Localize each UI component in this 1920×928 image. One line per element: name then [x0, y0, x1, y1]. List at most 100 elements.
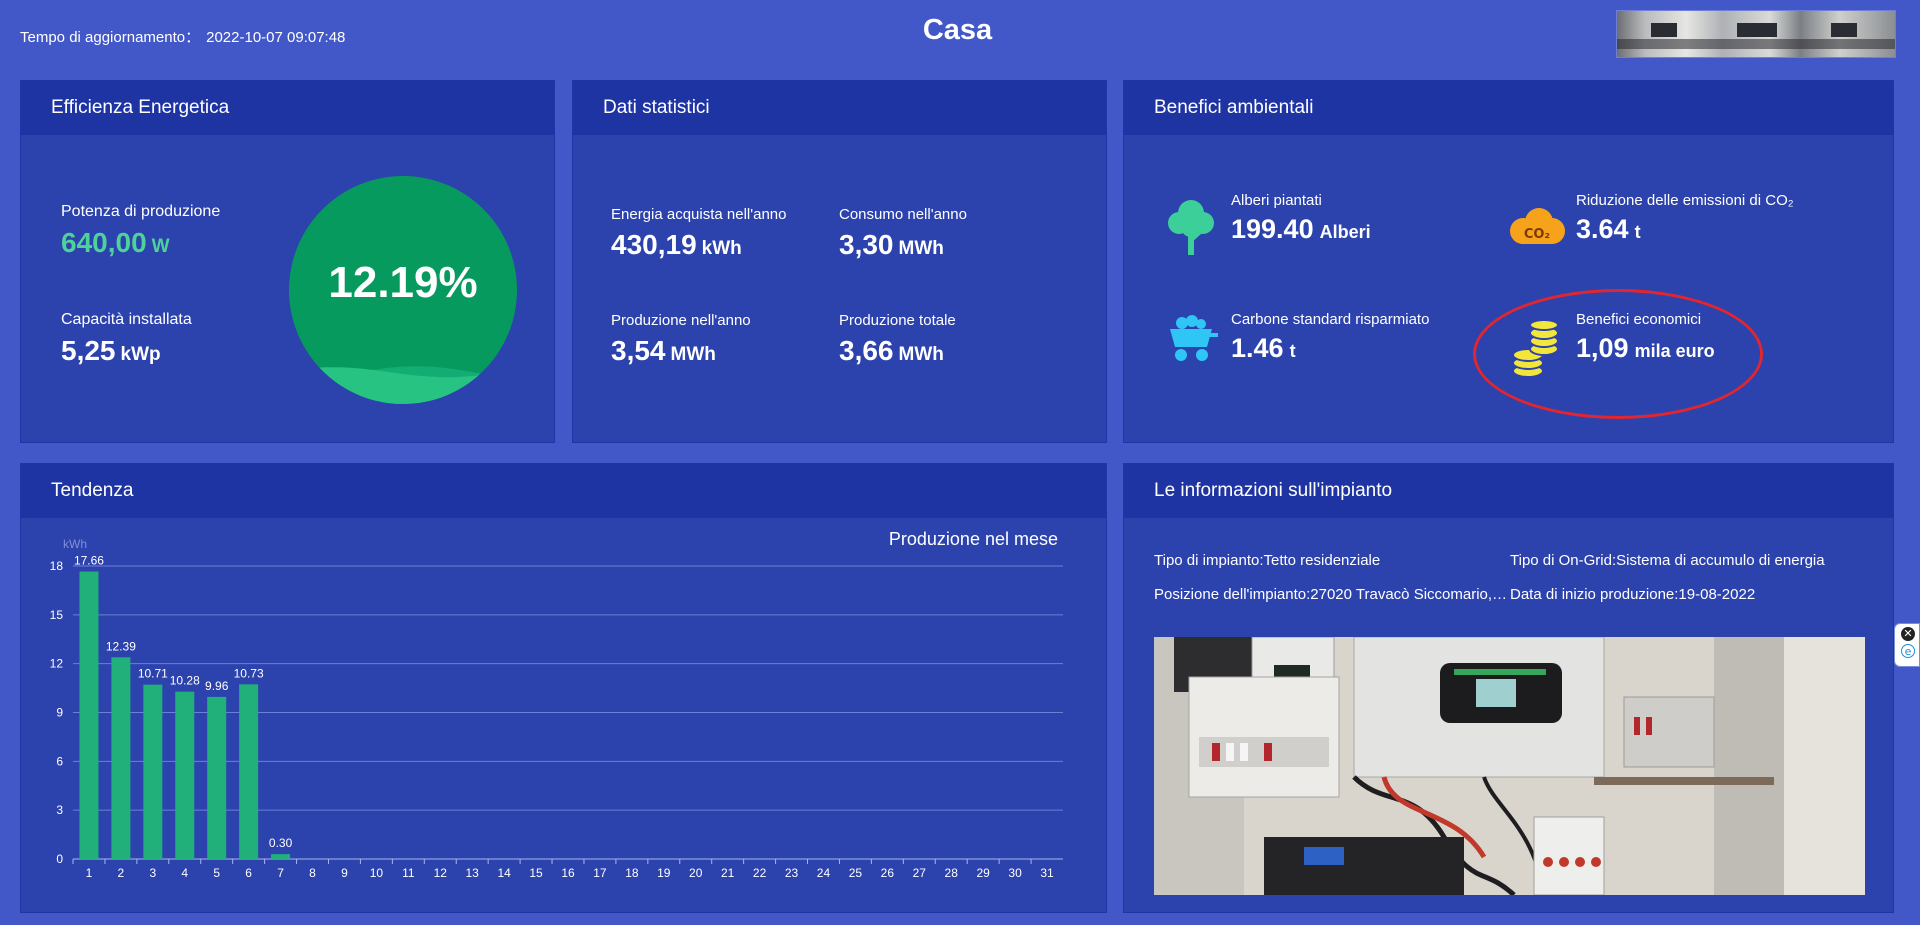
energy-efficiency-panel: Efficienza Energetica Potenza di produzi…	[20, 80, 555, 443]
stat-value: 3,54 MWh	[611, 335, 716, 367]
x-tick-label: 22	[753, 866, 767, 880]
x-tick-label: 11	[402, 866, 415, 880]
thumbnail-device	[1737, 23, 1777, 37]
stat-label: Produzione nell'anno	[611, 312, 751, 329]
plant-photo-image	[1154, 637, 1865, 895]
y-tick-label: 6	[56, 754, 63, 768]
y-tick-label: 15	[50, 608, 64, 622]
coal-number: 1.46	[1231, 333, 1284, 363]
close-icon[interactable]: ✕	[1901, 627, 1915, 641]
bar	[271, 854, 291, 859]
stat-label: Consumo nell'anno	[839, 206, 967, 223]
plant-photo[interactable]	[1154, 637, 1865, 895]
co2-value: 3.64 t	[1576, 214, 1641, 245]
efficiency-gauge: 12.19%	[289, 176, 517, 404]
trend-title: Tendenza	[21, 464, 1106, 518]
x-tick-label: 25	[849, 866, 863, 880]
stat-label: Energia acquista nell'anno	[611, 206, 787, 223]
x-tick-label: 23	[785, 866, 799, 880]
stat-unit: MWh	[898, 344, 944, 365]
stat-value: 3,66 MWh	[839, 335, 944, 367]
bar-data-label: 10.71	[138, 667, 168, 681]
installed-capacity-unit: kWp	[120, 344, 161, 365]
y-tick-label: 0	[56, 852, 63, 866]
plant-info-title: Le informazioni sull'impianto	[1124, 464, 1893, 518]
plant-type: Tipo di impianto:Tetto residenziale	[1154, 552, 1381, 569]
stat-value: 430,19 kWh	[611, 229, 742, 261]
bar-data-label: 17.66	[74, 554, 104, 568]
plant-thumbnail[interactable]	[1616, 10, 1896, 58]
co2-unit: t	[1634, 222, 1641, 242]
trees-label: Alberi piantati	[1231, 192, 1322, 209]
y-tick-label: 3	[56, 803, 63, 817]
plant-info-panel: Le informazioni sull'impianto Tipo di im…	[1123, 463, 1894, 913]
stat-unit: MWh	[898, 238, 944, 259]
dashboard: Tempo di aggiornamento： 2022-10-07 09:07:…	[0, 0, 1920, 925]
stat-label: Produzione totale	[839, 312, 956, 329]
y-tick-label: 9	[56, 706, 63, 720]
x-tick-label: 29	[976, 866, 990, 880]
x-tick-label: 15	[529, 866, 543, 880]
production-power-label: Potenza di produzione	[61, 203, 221, 220]
x-tick-label: 18	[625, 866, 639, 880]
x-tick-label: 21	[721, 866, 735, 880]
x-tick-label: 4	[181, 866, 188, 880]
bar-data-label: 10.28	[170, 674, 200, 688]
production-bar-chart: kWh 0 3 6 9 12 15 18 1 17.66 2 12.39 3 10.71 4 10.28 5 9.…	[50, 537, 1063, 880]
production-power-value: 640,00 W	[61, 227, 170, 259]
production-power-unit: W	[151, 236, 170, 257]
e-icon[interactable]: e	[1901, 644, 1915, 658]
highlight-ellipse	[1473, 289, 1763, 419]
bar-data-label: 9.96	[205, 679, 229, 693]
statistics-title: Dati statistici	[573, 81, 1106, 135]
statistics-panel: Dati statistici Energia acquista nell'an…	[572, 80, 1107, 443]
bar-data-label: 0.30	[269, 836, 293, 850]
bar	[111, 657, 131, 859]
x-tick-label: 31	[1040, 866, 1054, 880]
x-tick-label: 26	[881, 866, 895, 880]
x-tick-label: 14	[497, 866, 511, 880]
stat-unit: kWh	[701, 238, 742, 259]
thumbnail-shelf	[1617, 39, 1895, 49]
x-tick-label: 10	[370, 866, 384, 880]
thumbnail-device	[1651, 23, 1677, 37]
x-tick-label: 12	[434, 866, 448, 880]
x-tick-label: 8	[309, 866, 316, 880]
bar-data-label: 12.39	[106, 639, 136, 653]
bar	[79, 571, 99, 859]
x-tick-label: 17	[593, 866, 607, 880]
installed-capacity-label: Capacità installata	[61, 311, 192, 328]
x-tick-label: 9	[341, 866, 348, 880]
thumbnail-device	[1831, 23, 1857, 37]
x-tick-label: 24	[817, 866, 831, 880]
x-tick-label: 19	[657, 866, 671, 880]
trees-unit: Alberi	[1319, 222, 1371, 242]
x-tick-label: 20	[689, 866, 703, 880]
y-tick-label: 18	[50, 559, 64, 573]
x-tick-label: 30	[1008, 866, 1022, 880]
x-tick-label: 27	[913, 866, 927, 880]
co2-cloud-icon: CO₂	[1510, 208, 1565, 244]
x-tick-label: 2	[118, 866, 125, 880]
coal-unit: t	[1289, 341, 1296, 361]
trend-panel: Tendenza Produzione nel mese kWh 0 3 6 9 12 15…	[20, 463, 1107, 913]
bar	[239, 684, 259, 859]
x-tick-label: 5	[213, 866, 220, 880]
bar	[207, 696, 227, 859]
stat-number: 3,66	[839, 335, 894, 366]
x-tick-label: 28	[945, 866, 959, 880]
x-tick-label: 3	[149, 866, 156, 880]
side-extension-tab[interactable]: ✕ e	[1894, 623, 1920, 667]
y-axis-unit: kWh	[63, 537, 87, 551]
stat-number: 3,54	[611, 335, 666, 366]
co2-label: Riduzione delle emissioni di CO₂	[1576, 192, 1794, 209]
efficiency-percent: 12.19%	[328, 258, 478, 307]
coal-value: 1.46 t	[1231, 333, 1296, 364]
stat-value: 3,30 MWh	[839, 229, 944, 261]
tree-icon	[1168, 200, 1214, 255]
bar-data-label: 10.73	[234, 666, 264, 680]
energy-efficiency-title: Efficienza Energetica	[21, 81, 554, 135]
stat-number: 3,30	[839, 229, 894, 260]
x-tick-label: 7	[277, 866, 284, 880]
bar	[175, 691, 195, 859]
